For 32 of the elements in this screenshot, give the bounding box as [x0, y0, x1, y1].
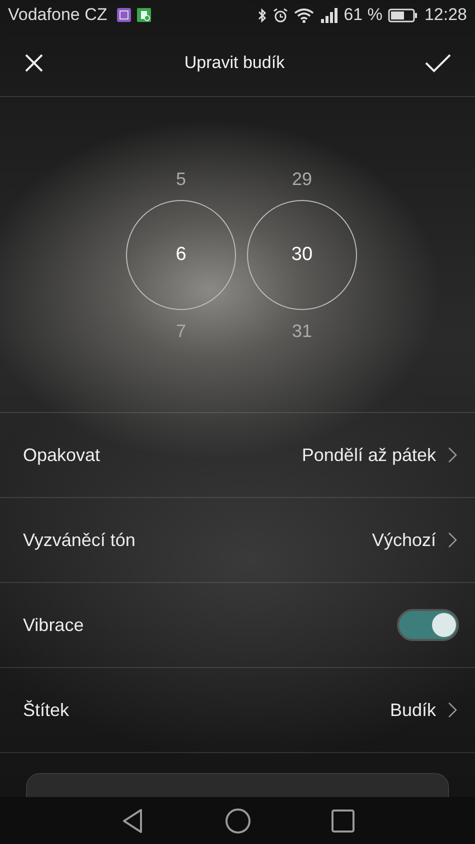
setting-value[interactable]: Budík — [390, 700, 436, 720]
setting-label: Štítek — [23, 700, 70, 720]
selected-number[interactable]: 6 — [126, 200, 236, 310]
picker-number[interactable]: 29 — [292, 162, 312, 196]
gallery-icon — [117, 8, 132, 22]
battery-icon — [388, 8, 418, 22]
app-icon — [137, 8, 152, 22]
home-icon[interactable] — [224, 808, 250, 834]
screen-title: Upravit budík — [184, 53, 285, 73]
wifi-icon — [294, 8, 314, 22]
checkmark-icon[interactable] — [424, 53, 451, 73]
chevron-icon[interactable] — [448, 447, 457, 463]
battery-percent: 61 % — [344, 5, 382, 25]
back-icon[interactable] — [120, 808, 144, 834]
toggle-switch[interactable] — [397, 609, 459, 641]
setting-label: Opakovat — [23, 444, 102, 466]
carrier-name: Vodafone CZ — [8, 5, 108, 25]
setting-label: Vibrace — [23, 614, 85, 636]
chevron-icon[interactable] — [448, 702, 457, 718]
selected-number[interactable]: 30 — [247, 200, 357, 310]
close-icon[interactable] — [24, 53, 44, 73]
setting-value[interactable]: Pondělí až pátek — [302, 444, 436, 466]
bluetooth-icon — [256, 8, 267, 22]
picker-number[interactable]: 5 — [176, 162, 186, 196]
picker-number[interactable]: 31 — [292, 314, 312, 348]
setting-value[interactable]: Výchozí — [372, 530, 436, 550]
setting-label: Vyzváněcí tón — [23, 530, 136, 550]
chevron-icon[interactable] — [448, 532, 457, 548]
alarm-icon — [272, 8, 288, 22]
signal-icon — [320, 8, 338, 22]
recents-icon[interactable] — [330, 808, 354, 832]
clock-time: 12:28 — [424, 5, 467, 25]
